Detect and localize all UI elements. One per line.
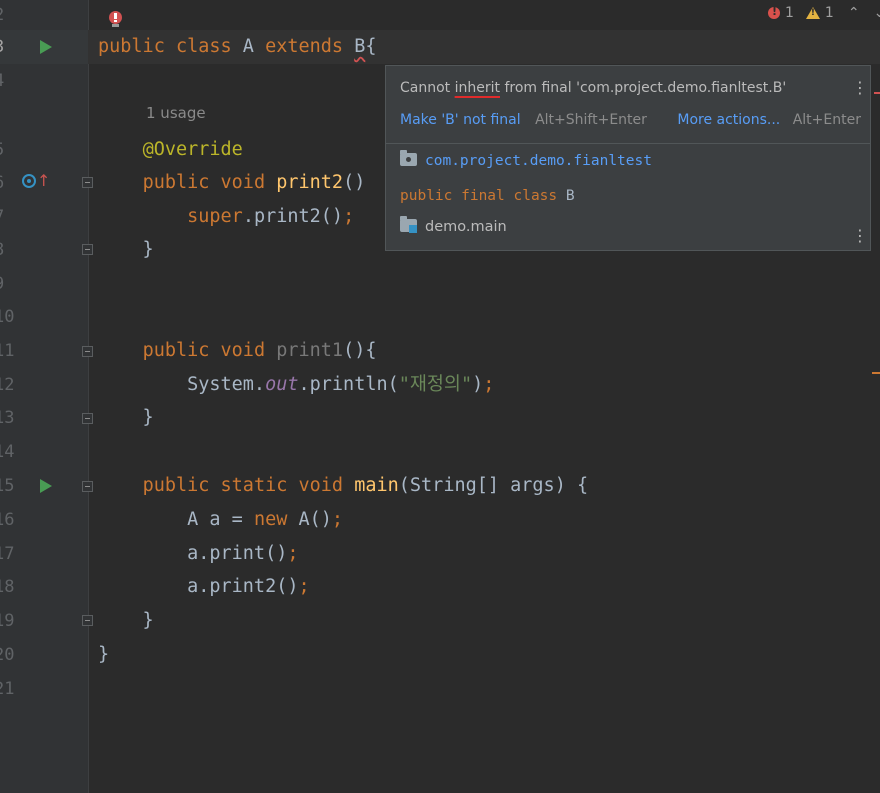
line-number: 10 xyxy=(0,307,15,327)
line-number: 19 xyxy=(0,611,15,631)
more-actions-shortcut: Alt+Enter xyxy=(792,112,861,128)
line-number: 11 xyxy=(0,341,15,361)
code-line[interactable]: } xyxy=(98,638,109,672)
code-line[interactable]: public void print1(){ xyxy=(98,334,377,368)
code-line[interactable]: } xyxy=(98,401,154,435)
fold-icon[interactable] xyxy=(82,244,93,255)
line-number: 14 xyxy=(0,442,15,462)
fold-icon[interactable] xyxy=(82,413,93,424)
line-number: 4 xyxy=(0,64,16,98)
line-number: 8 xyxy=(0,233,16,267)
code-line[interactable]: } xyxy=(98,604,154,638)
line-number: 13 xyxy=(0,408,15,428)
error-count: 1 xyxy=(785,5,794,21)
more-actions-link[interactable]: More actions... xyxy=(677,112,780,128)
fold-icon[interactable] xyxy=(82,481,93,492)
run-icon[interactable] xyxy=(40,40,52,54)
warning-stripe-mark[interactable] xyxy=(872,372,880,374)
code-line[interactable]: public class A extends B{ xyxy=(98,30,376,64)
class-declaration: public final class B xyxy=(400,188,575,204)
override-icon[interactable] xyxy=(22,174,36,188)
line-number: 16 xyxy=(0,510,15,530)
error-message: Cannot inherit from final 'com.project.d… xyxy=(400,80,787,96)
line-number: 7 xyxy=(0,200,16,234)
error-stripe-mark[interactable] xyxy=(874,92,880,94)
line-number: 3 xyxy=(0,30,16,64)
line-number: 6 xyxy=(0,166,16,200)
package-link[interactable]: com.project.demo.fianltest xyxy=(400,150,652,169)
code-line[interactable]: public void print2() xyxy=(98,166,366,200)
run-icon[interactable] xyxy=(40,479,52,493)
code-line[interactable]: public static void main(String[] args) { xyxy=(98,469,589,503)
line-number: 20 xyxy=(0,645,15,665)
code-line[interactable]: System.out.println("재정의"); xyxy=(98,368,494,402)
code-line[interactable]: a.print2(); xyxy=(98,570,310,604)
line-number: 2 xyxy=(0,0,16,32)
warning-count: 1 xyxy=(824,5,834,21)
line-number: 5 xyxy=(0,133,16,167)
code-line[interactable]: A a = new A(); xyxy=(98,503,343,537)
code-line[interactable]: a.print(); xyxy=(98,537,298,571)
fold-icon[interactable] xyxy=(82,177,93,188)
fold-icon[interactable] xyxy=(82,346,93,357)
fix-shortcut: Alt+Shift+Enter xyxy=(535,112,647,128)
usage-hint[interactable]: 1 usage xyxy=(146,104,206,122)
code-line[interactable]: super.print2(); xyxy=(98,200,354,234)
make-not-final-link[interactable]: Make 'B' not final xyxy=(400,112,521,128)
fold-icon[interactable] xyxy=(82,615,93,626)
code-line[interactable]: } xyxy=(98,233,154,267)
warning-icon: ! xyxy=(805,7,820,19)
package-icon xyxy=(400,150,417,166)
error-tooltip-popup: Cannot inherit from final 'com.project.d… xyxy=(385,65,871,251)
line-number: 17 xyxy=(0,544,15,564)
code-line[interactable]: @Override xyxy=(98,133,243,167)
error-bulb-icon[interactable] xyxy=(109,11,123,27)
line-number: 21 xyxy=(0,679,15,699)
chevron-up-icon[interactable]: ⌃ xyxy=(848,5,860,21)
line-number: 18 xyxy=(0,577,15,597)
module-label: demo.main xyxy=(400,216,507,235)
override-arrow-icon[interactable]: ↑ xyxy=(37,172,50,190)
inspection-status[interactable]: 1 ! 1 ⌃ ⌄ xyxy=(768,3,880,23)
module-icon xyxy=(400,216,417,233)
quick-fix-actions: Make 'B' not final Alt+Shift+Enter More … xyxy=(400,112,861,128)
more-options-icon[interactable]: ⋮ xyxy=(852,228,868,244)
chevron-down-icon[interactable]: ⌄ xyxy=(874,5,880,21)
line-number: 12 xyxy=(0,375,15,395)
more-options-icon[interactable]: ⋮ xyxy=(852,80,868,96)
line-number: 9 xyxy=(0,267,16,301)
line-number: 15 xyxy=(0,476,15,496)
error-icon xyxy=(768,5,780,19)
